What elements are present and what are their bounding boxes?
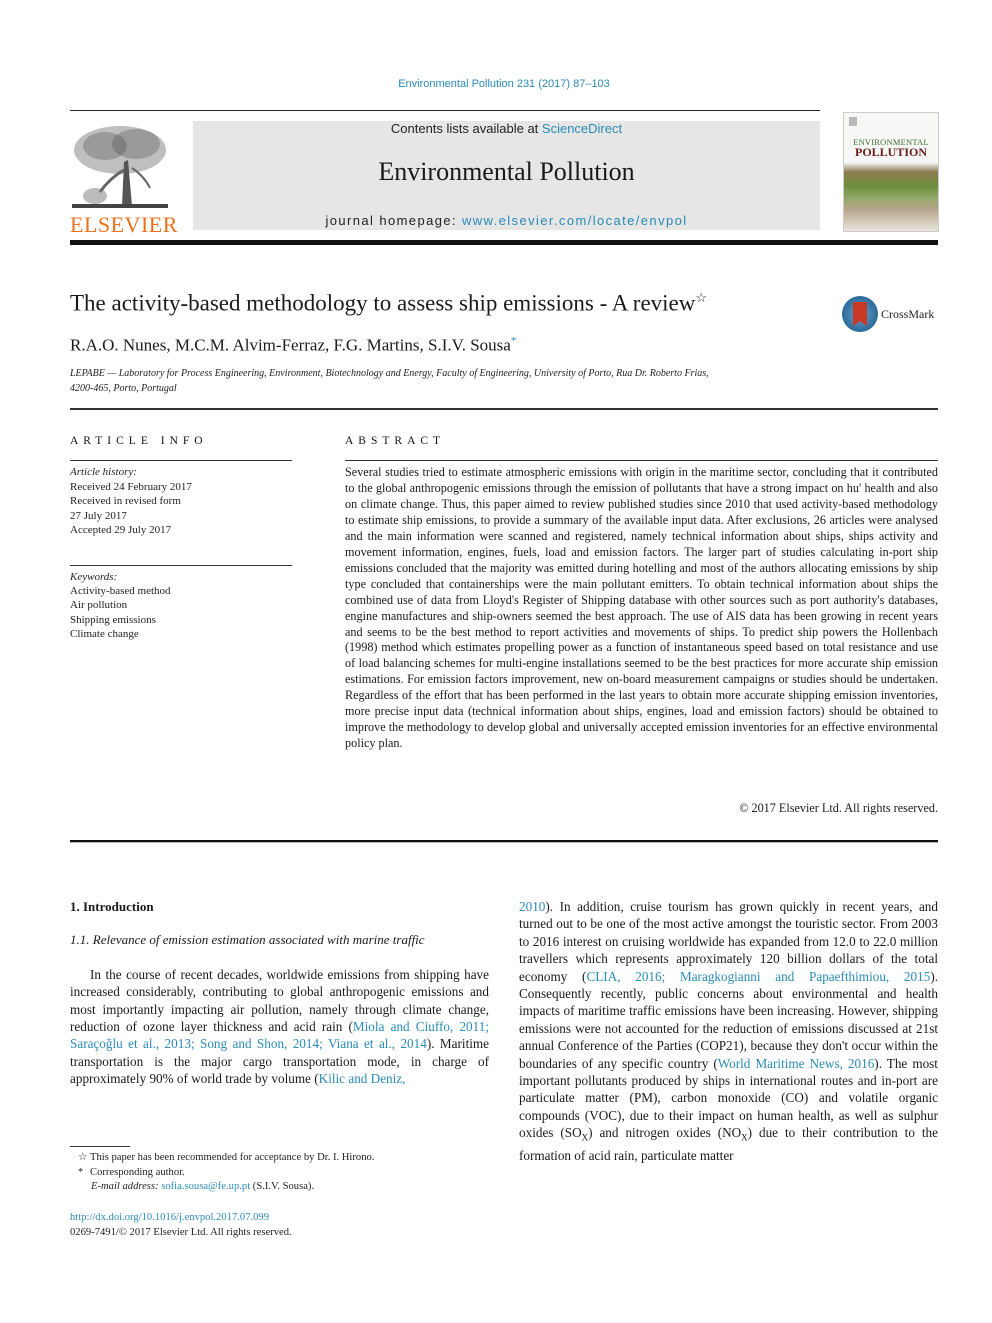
subsection-heading: 1.1. Relevance of emission estimation as…	[70, 932, 425, 948]
title-footnote-mark[interactable]: ☆	[695, 290, 707, 305]
article-info-rule	[70, 460, 292, 461]
body-separator-shadow	[70, 842, 938, 843]
journal-title: Environmental Pollution	[378, 157, 635, 186]
authors-text: R.A.O. Nunes, M.C.M. Alvim-Ferraz, F.G. …	[70, 335, 511, 355]
affiliation: LEPABE — Laboratory for Process Engineer…	[70, 366, 830, 396]
citation-link[interactable]: World Maritime News, 2016	[718, 1056, 875, 1071]
keyword-item: Air pollution	[70, 599, 128, 612]
footnote-mark: ☆	[78, 1152, 88, 1163]
email-suffix: (S.I.V. Sousa).	[250, 1181, 315, 1192]
body-paragraph: 2010). In addition, cruise tourism has g…	[519, 898, 938, 1165]
article-title-text: The activity-based methodology to assess…	[70, 290, 696, 316]
footnote-rule	[70, 1146, 130, 1147]
keywords-label: Keywords:	[70, 571, 118, 583]
article-history: Article history: Received 24 February 20…	[70, 465, 192, 538]
journal-homepage-link[interactable]: www.elsevier.com/locate/envpol	[462, 213, 688, 228]
journal-header-banner: Contents lists available at ScienceDirec…	[193, 121, 820, 230]
corresponding-author-mark[interactable]: *	[511, 335, 517, 347]
body-column-right: 2010). In addition, cruise tourism has g…	[519, 898, 938, 1165]
contents-line: Contents lists available at ScienceDirec…	[193, 121, 820, 136]
homepage-prefix: journal homepage:	[325, 213, 462, 228]
elsevier-tree-icon	[72, 126, 168, 208]
footnote-text: This paper has been recommended for acce…	[90, 1152, 375, 1163]
history-item: Accepted 29 July 2017	[70, 524, 172, 536]
abstract-text: Several studies tried to estimate atmosp…	[345, 465, 938, 751]
history-label: Article history:	[70, 466, 137, 478]
affiliation-line: LEPABE — Laboratory for Process Engineer…	[70, 368, 709, 379]
doi-block: http://dx.doi.org/10.1016/j.envpol.2017.…	[70, 1210, 292, 1240]
footnote-item: * Corresponding author.	[70, 1166, 374, 1181]
section-heading: 1. Introduction	[70, 899, 154, 914]
citation-link[interactable]: 2010	[519, 899, 545, 914]
keywords: Keywords: Activity-based method Air poll…	[70, 570, 171, 641]
header-top-rule	[70, 110, 820, 111]
history-item: Received 24 February 2017	[70, 480, 192, 493]
body-paragraph: In the course of recent decades, worldwi…	[70, 966, 489, 1088]
article-title: The activity-based methodology to assess…	[70, 290, 707, 317]
elsevier-logo[interactable]: ELSEVIER	[70, 122, 177, 237]
elsevier-wordmark: ELSEVIER	[70, 212, 178, 237]
keyword-item: Shipping emissions	[70, 613, 156, 626]
affiliation-line: 4200-465, Porto, Portugal	[70, 383, 177, 394]
footnote-text: Corresponding author.	[90, 1166, 185, 1178]
footnote-email: E-mail address: sofia.sousa@fe.up.pt (S.…	[70, 1180, 374, 1195]
body-column-left: 1. Introduction 1.1. Relevance of emissi…	[70, 898, 489, 1088]
history-item: 27 July 2017	[70, 509, 127, 522]
sciencedirect-link[interactable]: ScienceDirect	[542, 121, 622, 136]
citation-link[interactable]: Kilic and Deniz,	[319, 1071, 406, 1086]
footnote-mark: *	[78, 1166, 84, 1178]
section-rule	[70, 408, 938, 410]
article-info-heading: ARTICLE INFO	[70, 435, 208, 447]
abstract-heading: ABSTRACT	[345, 435, 446, 447]
email-link[interactable]: sofia.sousa@fe.up.pt	[161, 1181, 250, 1192]
abstract-copyright: © 2017 Elsevier Ltd. All rights reserved…	[739, 801, 938, 815]
keyword-item: Climate change	[70, 627, 139, 640]
journal-cover-thumbnail[interactable]: ENVIRONMENTAL POLLUTION	[843, 112, 939, 232]
email-label: E-mail address:	[91, 1181, 162, 1192]
cover-elsevier-emblem-icon	[849, 117, 857, 126]
abstract-rule	[345, 460, 938, 461]
crossmark-label: CrossMark	[881, 307, 935, 321]
cover-title-line2: POLLUTION	[854, 145, 927, 159]
journal-homepage-line: journal homepage: www.elsevier.com/locat…	[193, 213, 820, 228]
author-list: R.A.O. Nunes, M.C.M. Alvim-Ferraz, F.G. …	[70, 335, 516, 356]
body-text: ) and nitrogen oxides (NO	[588, 1125, 742, 1141]
header-thick-rule	[70, 240, 938, 245]
issn-copyright: 0269-7491/© 2017 Elsevier Ltd. All right…	[70, 1227, 292, 1238]
citation-link[interactable]: CLIA, 2016; Maragkogianni and Papaefthim…	[586, 969, 930, 984]
contents-prefix: Contents lists available at	[390, 121, 542, 136]
footnotes: ☆ This paper has been recommended for acc…	[70, 1151, 374, 1195]
keyword-item: Activity-based method	[70, 585, 171, 598]
footnote-item: ☆ This paper has been recommended for acc…	[70, 1151, 374, 1166]
history-item: Received in revised form	[70, 495, 181, 507]
keywords-rule	[70, 565, 292, 566]
journal-reference-link[interactable]: Environmental Pollution 231 (2017) 87–10…	[0, 78, 992, 90]
crossmark-button[interactable]: CrossMark	[842, 296, 942, 336]
doi-link[interactable]: http://dx.doi.org/10.1016/j.envpol.2017.…	[70, 1212, 269, 1223]
